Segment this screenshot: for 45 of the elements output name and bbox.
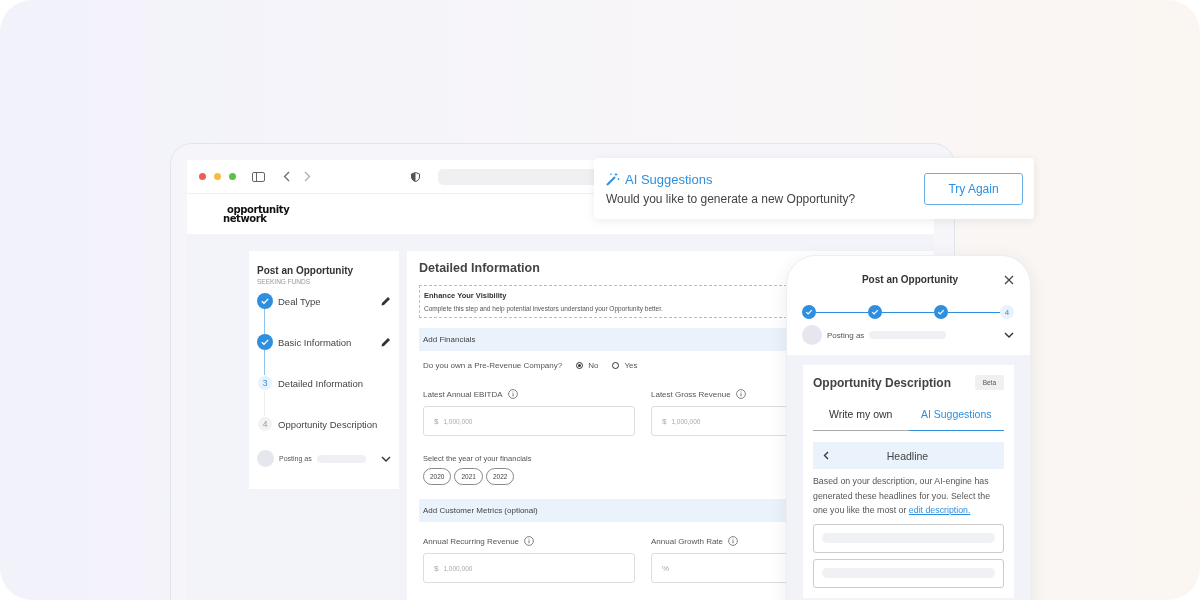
avatar [257, 450, 274, 467]
try-again-button[interactable]: Try Again [924, 172, 1023, 205]
field-label: Latest Gross Revenue [651, 389, 731, 399]
step-label[interactable]: Opportunity Description [278, 418, 391, 430]
card-title: Opportunity Description [813, 375, 952, 390]
maximize-dot[interactable] [229, 173, 236, 180]
field-label: Annual Growth Rate [651, 536, 724, 546]
section-title: Detailed Information [419, 261, 541, 275]
card-text: Would you like to generate a new Opportunity? [606, 191, 857, 206]
logo[interactable]: opportunity network [223, 205, 290, 223]
headline-title: Headline [885, 449, 930, 462]
step-number: 4 [258, 417, 272, 431]
panel-title: Post an Opportunity [257, 265, 355, 276]
radio-option[interactable]: No [576, 361, 599, 370]
step-label[interactable]: Detailed Information [278, 377, 391, 389]
step-label[interactable]: Basic Information [278, 336, 376, 348]
info-icon [524, 536, 535, 546]
field-label: Latest Annual EBITDA [423, 389, 503, 399]
sidebar-icon[interactable] [252, 171, 265, 182]
step-label[interactable]: Deal Type [278, 295, 376, 307]
question-label: Do you own a Pre-Revenue Company? [423, 361, 563, 370]
info-icon [728, 536, 739, 546]
chevron-down-icon[interactable] [381, 455, 391, 462]
minimize-dot[interactable] [214, 173, 221, 180]
pencil-icon[interactable] [381, 296, 391, 306]
close-icon[interactable] [1004, 274, 1014, 285]
step-number: 4 [1000, 305, 1014, 319]
close-dot[interactable] [199, 173, 206, 180]
back-icon[interactable] [283, 171, 290, 182]
screen-title: Post an Opportunity [860, 274, 960, 285]
back-icon[interactable] [823, 451, 829, 460]
info-icon [507, 389, 518, 399]
shield-icon[interactable] [411, 171, 420, 182]
card-title: AI Suggestions [625, 171, 713, 187]
magic-wand-icon [606, 172, 620, 186]
avatar [802, 325, 822, 345]
info-icon [735, 389, 746, 399]
tab[interactable]: AI Suggestions [908, 400, 1004, 431]
pencil-icon[interactable] [381, 337, 391, 347]
field-label: Annual Recurring Revenue [423, 536, 520, 546]
radio-option[interactable]: Yes [612, 361, 638, 370]
posting-as-label: Posting as [827, 330, 865, 340]
step-number: 3 [258, 376, 272, 390]
tab[interactable]: Write my own [813, 400, 909, 431]
chevron-down-icon[interactable] [1004, 332, 1014, 338]
